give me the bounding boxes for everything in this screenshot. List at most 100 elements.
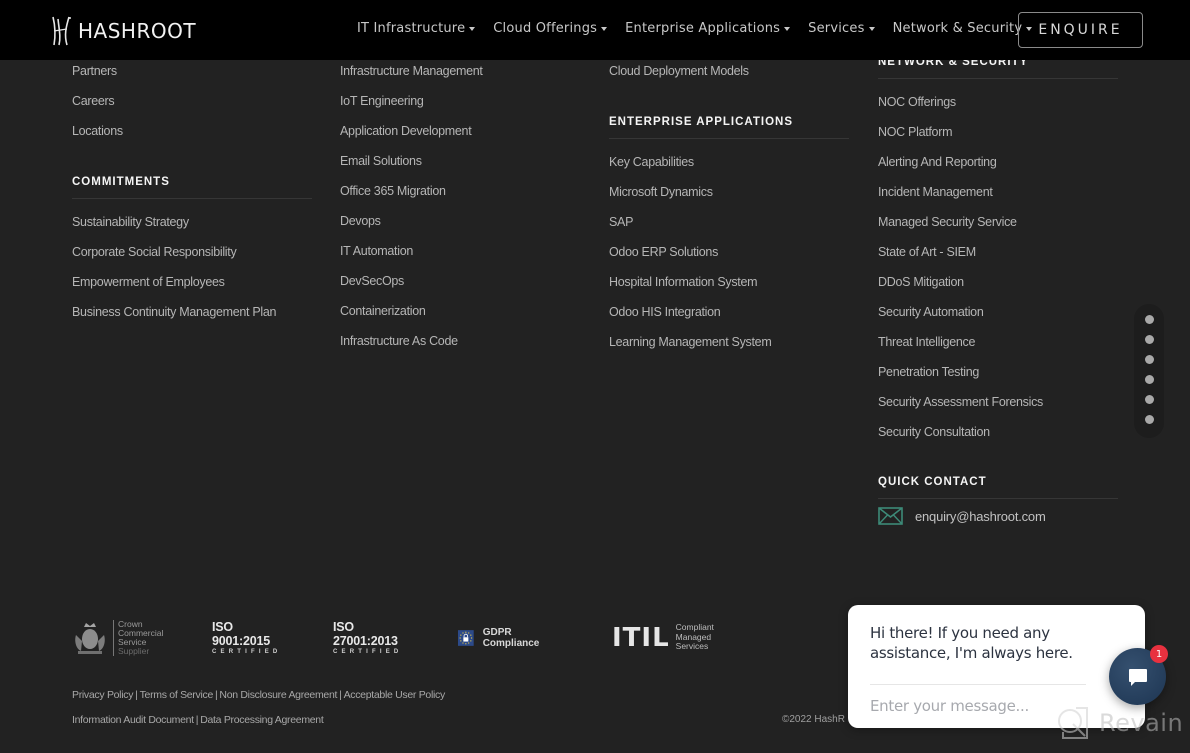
iso-certified-word: CERTIFIED xyxy=(212,649,282,655)
footer-link[interactable]: IoT Engineering xyxy=(340,86,580,116)
section-dot-1[interactable] xyxy=(1144,315,1154,324)
chat-greeting: Hi there! If you need any assistance, I'… xyxy=(870,624,1073,662)
footer-link[interactable]: Application Development xyxy=(340,116,580,146)
nav-enterprise-applications[interactable]: Enterprise Applications xyxy=(625,21,791,36)
royal-crest-icon xyxy=(75,622,105,654)
nda-link[interactable]: Non Disclosure Agreement xyxy=(219,689,337,701)
footer-link[interactable]: Hospital Information System xyxy=(609,267,849,297)
separator: | xyxy=(214,689,218,701)
section-dot-4[interactable] xyxy=(1144,375,1154,384)
nav-network-security[interactable]: Network & Security xyxy=(893,21,1033,36)
footer-link[interactable]: Security Assessment Forensics xyxy=(878,387,1118,417)
nav-label: Cloud Offerings xyxy=(493,21,598,36)
quick-contact: QUICK CONTACT enquiry@hashroot.com xyxy=(878,476,1118,525)
top-navigation-bar: HASHROOT IT Infrastructure Cloud Offerin… xyxy=(0,0,1190,60)
footer-column-company: Partners Careers Locations xyxy=(72,56,312,146)
section-dot-2[interactable] xyxy=(1144,335,1154,344)
iso-number: ISO 27001:2013 xyxy=(333,620,398,648)
section-dot-5[interactable] xyxy=(1144,395,1154,404)
footer-link[interactable]: Containerization xyxy=(340,296,580,326)
caret-down-icon xyxy=(469,27,476,31)
footer-link[interactable]: Sustainability Strategy xyxy=(72,207,312,237)
quick-contact-heading: QUICK CONTACT xyxy=(878,476,1118,499)
data-processing-agreement-link[interactable]: Data Processing Agreement xyxy=(200,714,324,726)
information-audit-link[interactable]: Information Audit Document xyxy=(72,714,194,726)
nav-services[interactable]: Services xyxy=(808,21,875,36)
chat-divider xyxy=(870,684,1086,685)
footer-link[interactable]: NOC Offerings xyxy=(878,87,1118,117)
nav-cloud-offerings[interactable]: Cloud Offerings xyxy=(493,21,608,36)
footer-column-it-infrastructure: Infrastructure Management IoT Engineerin… xyxy=(340,56,580,356)
acceptable-use-policy-link[interactable]: Acceptable User Policy xyxy=(344,689,446,701)
footer-link[interactable]: Security Consultation xyxy=(878,417,1118,447)
footer-link-locations[interactable]: Locations xyxy=(72,116,312,146)
caret-down-icon xyxy=(601,27,608,31)
section-dot-3[interactable] xyxy=(1144,355,1154,364)
footer-link[interactable]: NOC Platform xyxy=(878,117,1118,147)
footer-link[interactable]: Key Capabilities xyxy=(609,147,849,177)
privacy-policy-link[interactable]: Privacy Policy xyxy=(72,689,133,701)
footer-link[interactable]: Devops xyxy=(340,206,580,236)
footer-link[interactable]: IT Automation xyxy=(340,236,580,266)
nav-label: IT Infrastructure xyxy=(357,21,466,36)
logo-text: HASHROOT xyxy=(78,19,197,43)
contact-email[interactable]: enquiry@hashroot.com xyxy=(915,509,1046,524)
footer-link[interactable]: Threat Intelligence xyxy=(878,327,1118,357)
caret-down-icon xyxy=(784,27,791,31)
gdpr-label: GDPR Compliance xyxy=(482,626,540,649)
revain-watermark: Revain xyxy=(1055,706,1183,740)
gdpr-lock-icon xyxy=(458,629,474,646)
revain-label: Revain xyxy=(1099,709,1184,737)
footer-link[interactable]: Corporate Social Responsibility xyxy=(72,237,312,267)
revain-logo-icon xyxy=(1058,707,1088,739)
footer-link[interactable]: Learning Management System xyxy=(609,327,849,357)
enterprise-applications-heading: ENTERPRISE APPLICATIONS xyxy=(609,116,849,139)
enquire-button[interactable]: ENQUIRE xyxy=(1018,12,1143,48)
footer-link-careers[interactable]: Careers xyxy=(72,86,312,116)
footer-link[interactable]: DevSecOps xyxy=(340,266,580,296)
iso-9001-badge: ISO 9001:2015 CERTIFIED xyxy=(212,615,281,660)
footer-link[interactable]: Odoo ERP Solutions xyxy=(609,237,849,267)
section-dot-navigation xyxy=(1134,304,1164,438)
footer-column-network-security: NETWORK & SECURITY NOC Offerings NOC Pla… xyxy=(878,56,1118,447)
nav-it-infrastructure[interactable]: IT Infrastructure xyxy=(357,21,476,36)
footer-link[interactable]: Infrastructure As Code xyxy=(340,326,580,356)
nav-label: Network & Security xyxy=(892,21,1023,36)
chat-message-input[interactable] xyxy=(870,691,1070,721)
footer-link-partners[interactable]: Partners xyxy=(72,56,312,86)
caret-down-icon xyxy=(868,27,875,31)
contact-email-row[interactable]: enquiry@hashroot.com xyxy=(878,507,1118,525)
footer-link[interactable]: Penetration Testing xyxy=(878,357,1118,387)
footer-column-commitments: COMMITMENTS Sustainability Strategy Corp… xyxy=(72,176,312,327)
footer-link[interactable]: Odoo HIS Integration xyxy=(609,297,849,327)
legal-links: Privacy Policy | Terms of Service | Non Disc… xyxy=(72,687,445,737)
footer-link[interactable]: Email Solutions xyxy=(340,146,580,176)
footer-link[interactable]: Office 365 Migration xyxy=(340,176,580,206)
itil-sub-line: Managed Services xyxy=(675,631,712,652)
footer-link[interactable]: Infrastructure Management xyxy=(340,56,580,86)
legal-line-2: Information Audit Document | Data Processi… xyxy=(72,712,445,737)
footer-link[interactable]: State of Art - SIEM xyxy=(878,237,1118,267)
separator: | xyxy=(339,689,342,701)
footer-link[interactable]: SAP xyxy=(609,207,849,237)
separator: | xyxy=(135,689,138,701)
crown-supplier: Supplier xyxy=(118,645,150,656)
footer-link[interactable]: Managed Security Service xyxy=(878,207,1118,237)
footer-link[interactable]: Microsoft Dynamics xyxy=(609,177,849,207)
footer-link[interactable]: Security Automation xyxy=(878,297,1118,327)
footer-link[interactable]: Cloud Deployment Models xyxy=(609,56,849,86)
footer-link[interactable]: Empowerment of Employees xyxy=(72,267,312,297)
gdpr-badge: GDPR Compliance xyxy=(458,615,546,660)
footer-link[interactable]: Business Continuity Management Plan xyxy=(72,297,312,327)
hashroot-logo[interactable]: HASHROOT xyxy=(50,15,196,47)
chat-bubble-icon xyxy=(1128,668,1147,686)
unread-badge: 1 xyxy=(1150,645,1168,663)
terms-of-service-link[interactable]: Terms of Service xyxy=(140,689,214,701)
footer-link[interactable]: DDoS Mitigation xyxy=(878,267,1118,297)
legal-line-1: Privacy Policy | Terms of Service | Non Disc… xyxy=(72,687,445,712)
nav-label: Services xyxy=(808,21,865,36)
footer-link[interactable]: Alerting And Reporting xyxy=(878,147,1118,177)
footer-link[interactable]: Incident Management xyxy=(878,177,1118,207)
itil-subtitle: Compliant Managed Services xyxy=(676,623,714,652)
section-dot-6[interactable] xyxy=(1144,415,1154,424)
